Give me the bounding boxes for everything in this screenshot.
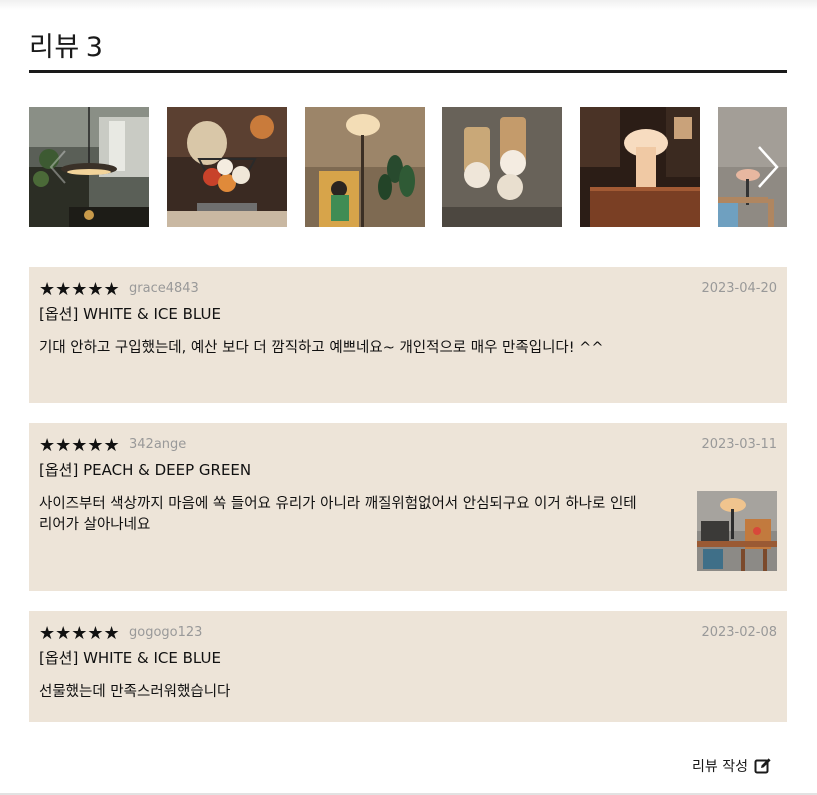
review-author: 342ange [129,437,187,452]
review-content: 사이즈부터 색상까지 마음에 쏙 들어요 유리가 아니라 깨질위험없어서 안심되… [39,496,637,533]
gallery-photo-floor-lamp[interactable] [305,107,425,227]
review-meta: ★★★★★ 342ange 2023-03-11 [39,436,777,456]
edit-icon [754,758,771,774]
review-option: [옵션] PEACH & DEEP GREEN [39,461,252,479]
review-author: gogogo123 [129,625,203,640]
photo-gallery [29,107,787,227]
gallery-photo-wall-lamps[interactable] [442,107,562,227]
review-item: ★★★★★ grace4843 2023-04-20 [옵션] WHITE & … [29,267,787,403]
star-rating: ★★★★★ [39,435,120,456]
review-meta: ★★★★★ grace4843 2023-04-20 [39,280,777,300]
review-count: 3 [85,32,104,63]
review-content: 기대 안하고 구입했는데, 예산 보다 더 깜직하고 예쁘네요~ 개인적으로 매… [39,340,604,356]
gallery-photo-fruit-basket[interactable] [167,107,287,227]
page-title: 리뷰 3 [29,28,787,68]
star-rating: ★★★★★ [39,279,120,300]
gallery-photo-mushroom-lamp[interactable] [580,107,700,227]
review-attached-photo[interactable] [697,491,777,571]
review-date: 2023-03-11 [701,437,777,452]
write-review-label: 리뷰 작성 [692,759,748,775]
review-option: [옵션] WHITE & ICE BLUE [39,649,221,667]
chevron-left-icon[interactable] [43,147,73,187]
write-review-button[interactable]: 리뷰 작성 [692,756,772,776]
review-date: 2023-04-20 [701,281,777,296]
chevron-right-icon[interactable] [749,143,783,191]
title-label: 리뷰 [29,32,80,63]
review-item: ★★★★★ 342ange 2023-03-11 [옵션] PEACH & DE… [29,423,787,591]
review-date: 2023-02-08 [701,625,777,640]
review-content: 선물했는데 만족스러워했습니다 [39,684,231,700]
review-option: [옵션] WHITE & ICE BLUE [39,305,221,323]
star-rating: ★★★★★ [39,623,120,644]
review-meta: ★★★★★ gogogo123 2023-02-08 [39,624,777,644]
top-shadow [0,0,817,10]
review-header: 리뷰 3 [29,28,787,73]
review-author: grace4843 [129,281,199,296]
review-item: ★★★★★ gogogo123 2023-02-08 [옵션] WHITE & … [29,611,787,722]
